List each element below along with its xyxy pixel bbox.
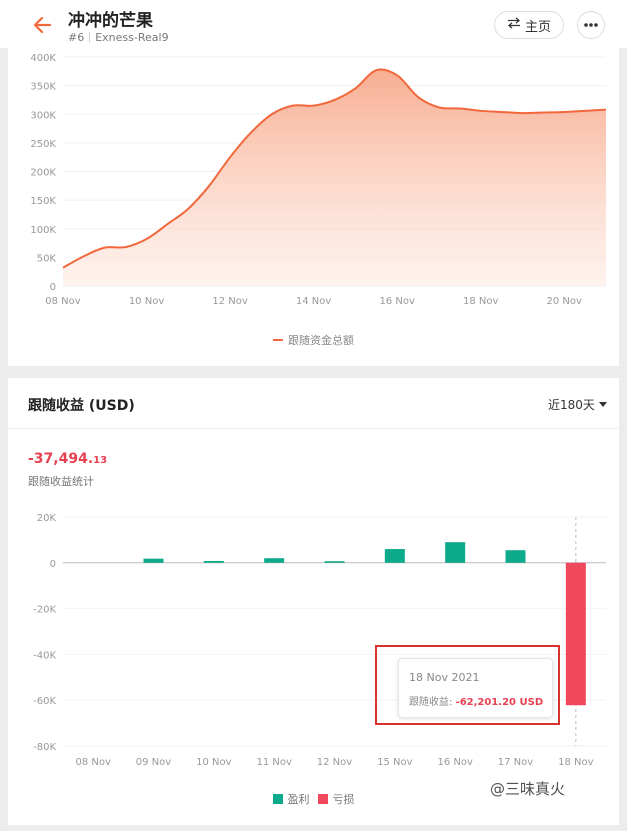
y-tick-label: 0 [50,559,56,570]
x-tick-label: 12 Nov [317,757,353,768]
y-tick-label: -80K [33,742,56,753]
profit-bar[interactable] [324,561,345,563]
balance-area-fill [63,69,606,286]
profit-card: 跟随收益 (USD) 近180天 -37,494.13 跟随收益统计 20K 0-… [8,378,619,825]
profit-swatch [272,794,283,804]
x-tick-label: 12 Nov [212,296,248,307]
y-tick-label: -60K [33,696,56,707]
profit-bar[interactable] [143,558,164,563]
x-tick-label: 18 Nov [558,757,594,768]
home-button-label: 主页 [524,19,551,35]
balance-chart-card: 0 50K 100K 150K 200K 250K 300K 350K 400K 08 Nov 1… [8,48,619,366]
y-tick-label: -20K [33,605,56,616]
legend-loss-label: 亏损 [332,793,355,806]
x-tick-label: 15 Nov [377,757,413,768]
y-tick-label: 200K [30,168,56,179]
x-tick-label: 14 Nov [296,296,332,307]
profit-bar[interactable] [505,550,526,563]
back-arrow-icon[interactable] [30,12,56,38]
home-button[interactable]: 主页 [494,11,564,39]
y-tick-label: 350K [30,82,56,93]
legend-item-loss[interactable]: 亏损 [317,791,355,807]
legend-profit-label: 盈利 [287,793,310,806]
more-button[interactable] [577,11,605,39]
x-tick-label: 08 Nov [45,296,81,307]
legend-item-profit[interactable]: 盈利 [272,791,310,807]
y-tick-label: 20K [37,513,57,524]
app-header: 冲冲的芒果 #6 Exness-Real9 主页 [0,0,627,48]
rank-label: #6 [68,31,85,44]
balance-area-chart: 0 50K 100K 150K 200K 250K 300K 350K 400K 08 Nov 1… [30,53,607,307]
y-tick-label: 0 [50,282,56,293]
x-tick-label: 09 Nov [136,757,172,768]
swap-icon [507,17,521,33]
y-tick-label: 300K [30,110,56,121]
x-tick-label: 10 Nov [129,296,165,307]
profit-bar[interactable] [445,542,466,563]
divider [89,32,91,42]
x-tick-label: 16 Nov [437,757,473,768]
x-tick-label: 18 Nov [463,296,499,307]
loss-bar[interactable] [565,562,586,706]
account-info: #6 Exness-Real9 [68,31,169,44]
y-tick-label: 150K [30,196,56,207]
x-tick-label: 16 Nov [379,296,415,307]
y-tick-label: 400K [30,53,56,64]
x-tick-label: 11 Nov [256,757,292,768]
profit-bar[interactable] [203,560,224,563]
legend-swatch [273,339,283,341]
y-tick-label: 250K [30,139,56,150]
legend-label: 跟随资金总额 [288,334,354,347]
highlight-box [375,645,560,725]
x-tick-label: 17 Nov [498,757,534,768]
x-tick-label: 08 Nov [75,757,111,768]
y-tick-label: 50K [37,253,57,264]
y-tick-label: -40K [33,650,56,661]
loss-swatch [317,794,328,804]
more-dots-icon [584,23,598,27]
profit-bar[interactable] [384,549,405,563]
x-tick-label: 20 Nov [547,296,583,307]
y-tick-label: 100K [30,225,56,236]
page-title: 冲冲的芒果 [68,11,153,31]
watermark-text: @三味真火 [490,780,566,798]
account-label: Exness-Real9 [95,31,169,44]
x-tick-label: 10 Nov [196,757,232,768]
balance-legend[interactable]: 跟随资金总额 [8,332,619,348]
profit-bar[interactable] [264,558,285,563]
